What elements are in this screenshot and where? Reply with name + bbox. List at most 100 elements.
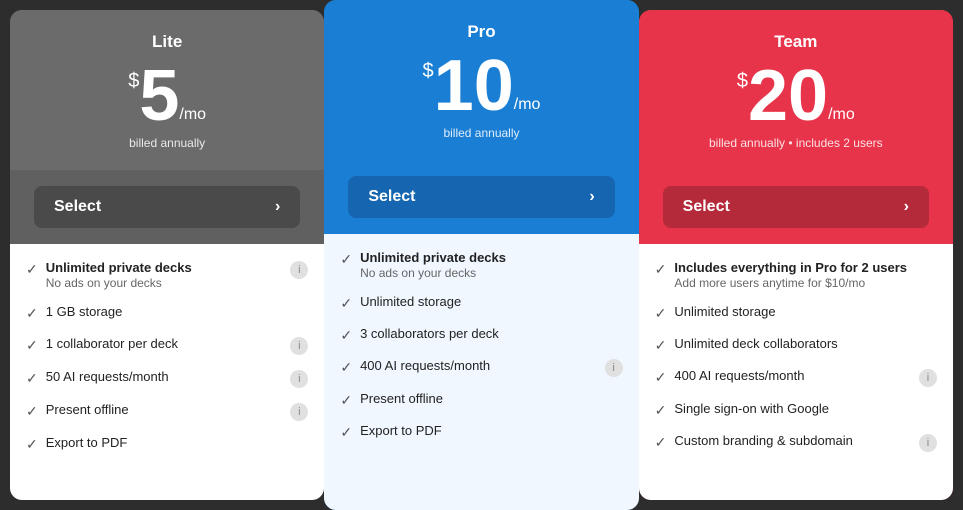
- check-icon-team-4: ✓: [655, 402, 667, 419]
- billing-note-pro: billed annually: [443, 126, 519, 140]
- check-icon-pro-4: ✓: [340, 392, 352, 409]
- feature-item-pro-5: ✓Export to PDF: [340, 423, 622, 441]
- feature-item-team-0: ✓ Includes everything in Pro for 2 usersA…: [655, 260, 937, 290]
- feature-label-pro-3: 400 AI requests/month: [360, 358, 597, 373]
- price-dollar-pro: $: [423, 60, 434, 83]
- feature-text-lite-3: 50 AI requests/month: [46, 369, 283, 384]
- feature-text-team-4: Single sign-on with Google: [674, 401, 937, 416]
- info-icon-pro-3[interactable]: i: [605, 359, 623, 377]
- feature-item-team-4: ✓ Single sign-on with Google: [655, 401, 937, 419]
- price-row-lite: $5/mo: [128, 60, 206, 132]
- feature-sublabel-pro-0: No ads on your decks: [360, 266, 623, 280]
- feature-text-team-0: Includes everything in Pro for 2 usersAd…: [674, 260, 937, 290]
- feature-item-team-3: ✓ 400 AI requests/month i: [655, 368, 937, 387]
- feature-text-lite-5: Export to PDF: [46, 435, 309, 450]
- price-row-team: $20/mo: [737, 60, 855, 132]
- price-row-pro: $10/mo: [423, 50, 541, 122]
- feature-item-lite-2: ✓ 1 collaborator per deck i: [26, 336, 308, 355]
- feature-item-team-5: ✓ Custom branding & subdomain i: [655, 433, 937, 452]
- check-icon-lite-2: ✓: [26, 337, 38, 354]
- feature-text-team-2: Unlimited deck collaborators: [674, 336, 937, 351]
- feature-text-pro-1: Unlimited storage: [360, 294, 623, 309]
- feature-text-pro-2: 3 collaborators per deck: [360, 326, 623, 341]
- feature-label-pro-4: Present offline: [360, 391, 623, 406]
- plan-header-team: Team $20/mo billed annually • includes 2 u…: [639, 10, 953, 170]
- feature-label-lite-0: Unlimited private decks: [46, 260, 283, 275]
- check-icon-lite-1: ✓: [26, 305, 38, 322]
- plan-name-team: Team: [774, 32, 817, 52]
- feature-label-pro-5: Export to PDF: [360, 423, 623, 438]
- check-icon-lite-5: ✓: [26, 436, 38, 453]
- check-icon-team-5: ✓: [655, 434, 667, 451]
- plan-features-team: ✓ Includes everything in Pro for 2 usersA…: [639, 244, 953, 500]
- info-icon-team-3[interactable]: i: [919, 369, 937, 387]
- plan-features-lite: ✓Unlimited private decksNo ads on your d…: [10, 244, 324, 500]
- info-icon-lite-4[interactable]: i: [290, 403, 308, 421]
- feature-label-team-3: 400 AI requests/month: [674, 368, 911, 383]
- feature-label-team-1: Unlimited storage: [674, 304, 937, 319]
- select-button-pro[interactable]: Select›: [348, 176, 614, 218]
- feature-item-pro-0: ✓ Unlimited private decksNo ads on your d…: [340, 250, 622, 280]
- feature-label-team-2: Unlimited deck collaborators: [674, 336, 937, 351]
- feature-text-pro-5: Export to PDF: [360, 423, 623, 438]
- price-period-pro: /mo: [514, 96, 541, 114]
- select-button-lite[interactable]: Select ›: [34, 186, 300, 228]
- check-icon-lite-3: ✓: [26, 370, 38, 387]
- billing-note-team: billed annually • includes 2 users: [709, 136, 883, 150]
- info-icon-team-5[interactable]: i: [919, 434, 937, 452]
- feature-item-pro-4: ✓ Present offline: [340, 391, 622, 409]
- price-period-lite: /mo: [179, 106, 206, 124]
- price-dollar-lite: $: [128, 70, 139, 93]
- price-amount-team: 20: [748, 60, 828, 132]
- feature-text-lite-2: 1 collaborator per deck: [46, 336, 283, 351]
- price-amount-pro: 10: [434, 50, 514, 122]
- feature-text-team-1: Unlimited storage: [674, 304, 937, 319]
- feature-item-lite-5: ✓ Export to PDF: [26, 435, 308, 453]
- feature-item-pro-3: ✓400 AI requests/monthi: [340, 358, 622, 377]
- billing-note-lite: billed annually: [129, 136, 205, 150]
- check-icon-pro-0: ✓: [340, 251, 352, 268]
- plan-card-pro: Pro$10/mobilled annuallySelect›✓Unlimite…: [324, 0, 638, 510]
- select-button-team[interactable]: Select ›: [663, 186, 929, 228]
- feature-label-lite-1: 1 GB storage: [46, 304, 309, 319]
- feature-item-lite-1: ✓ 1 GB storage: [26, 304, 308, 322]
- feature-label-lite-5: Export to PDF: [46, 435, 309, 450]
- plan-card-team: Team $20/mo billed annually • includes 2 u…: [639, 10, 953, 500]
- select-button-arrow-team: ›: [904, 198, 909, 216]
- feature-label-team-0: Includes everything in Pro for 2 users: [674, 260, 937, 275]
- feature-sublabel-team-0: Add more users anytime for $10/mo: [674, 276, 937, 290]
- feature-label-lite-3: 50 AI requests/month: [46, 369, 283, 384]
- plan-card-lite: Lite $5/mo billed annually Select › ✓ Unlimite…: [10, 10, 324, 500]
- plan-name-lite: Lite: [152, 32, 182, 52]
- price-amount-lite: 5: [139, 60, 179, 132]
- feature-item-pro-2: ✓3 collaborators per deck: [340, 326, 622, 344]
- check-icon-lite-0: ✓: [26, 261, 38, 278]
- select-button-label-team: Select: [683, 198, 730, 216]
- feature-item-pro-1: ✓Unlimited storage: [340, 294, 622, 312]
- plan-header-lite: Lite $5/mo billed annually: [10, 10, 324, 170]
- feature-item-lite-0: ✓Unlimited private decksNo ads on your d…: [26, 260, 308, 290]
- info-icon-lite-3[interactable]: i: [290, 370, 308, 388]
- select-button-label-lite: Select: [54, 198, 101, 216]
- check-icon-team-0: ✓: [655, 261, 667, 278]
- plan-name-pro: Pro: [467, 22, 495, 42]
- feature-item-lite-4: ✓ Present offline i: [26, 402, 308, 421]
- info-icon-lite-2[interactable]: i: [290, 337, 308, 355]
- price-dollar-team: $: [737, 70, 748, 93]
- feature-item-team-2: ✓Unlimited deck collaborators: [655, 336, 937, 354]
- check-icon-team-3: ✓: [655, 369, 667, 386]
- plan-header-pro: Pro $10/mo billed annually: [324, 0, 638, 160]
- info-icon-lite-0[interactable]: i: [290, 261, 308, 279]
- select-button-arrow-pro: ›: [589, 188, 594, 206]
- check-icon-team-1: ✓: [655, 305, 667, 322]
- select-button-arrow-lite: ›: [275, 198, 280, 216]
- feature-label-team-4: Single sign-on with Google: [674, 401, 937, 416]
- feature-text-pro-3: 400 AI requests/month: [360, 358, 597, 373]
- feature-text-team-3: 400 AI requests/month: [674, 368, 911, 383]
- feature-label-pro-2: 3 collaborators per deck: [360, 326, 623, 341]
- feature-label-team-5: Custom branding & subdomain: [674, 433, 911, 448]
- feature-text-pro-0: Unlimited private decksNo ads on your de…: [360, 250, 623, 280]
- check-icon-lite-4: ✓: [26, 403, 38, 420]
- feature-text-lite-4: Present offline: [46, 402, 283, 417]
- feature-text-team-5: Custom branding & subdomain: [674, 433, 911, 448]
